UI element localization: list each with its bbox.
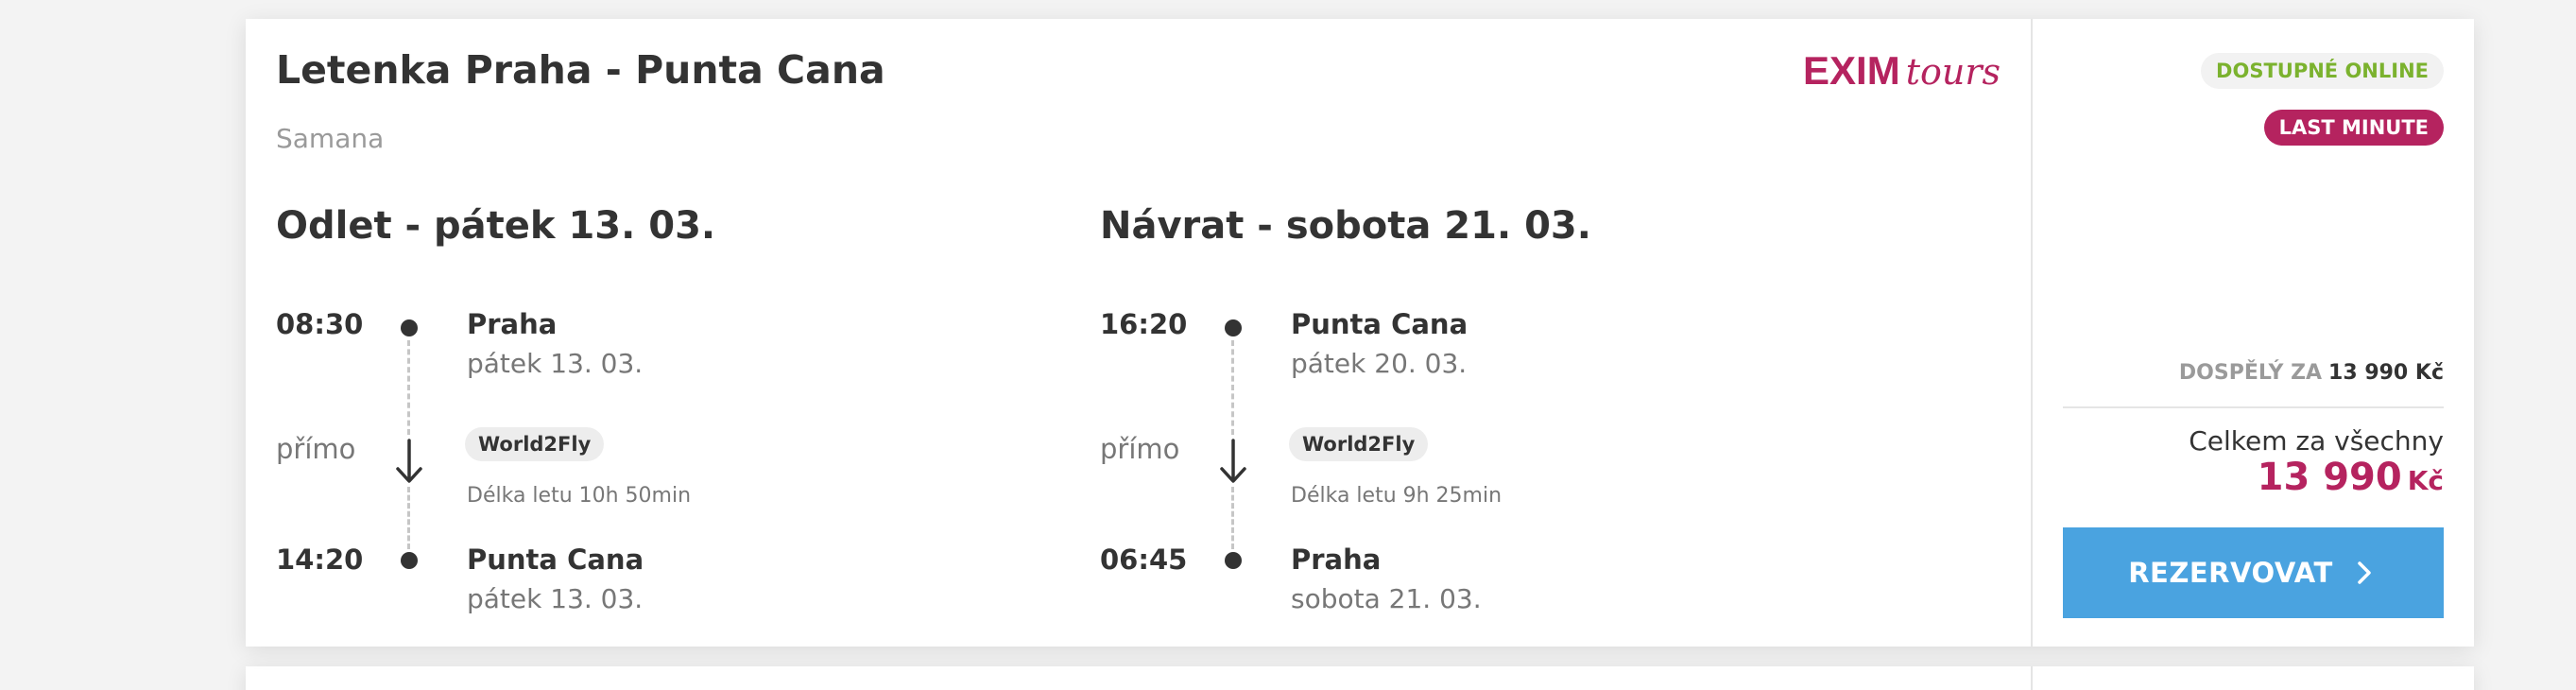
arrival-time: 06:45 (1100, 543, 1188, 576)
departure-place: Punta Cana (1291, 308, 1468, 340)
stops-label: přímo (276, 433, 356, 465)
airline-badge: World2Fly (465, 427, 605, 461)
return-leg: Návrat - sobota 21. 03. 16:20 Punta Cana… (1100, 19, 1913, 647)
timeline-line (1231, 340, 1234, 435)
arrow-down-icon (396, 439, 422, 483)
timeline-line (407, 487, 410, 549)
last-minute-badge: LAST MINUTE (2263, 110, 2444, 146)
book-button-label: REZERVOVAT (2128, 557, 2333, 589)
total-amount: 13 990 (2257, 456, 2402, 499)
arrow-down-icon (1220, 439, 1246, 483)
departure-date: pátek 13. 03. (467, 348, 644, 379)
total-price: 13 990 Kč (2258, 456, 2444, 499)
outbound-leg: Odlet - pátek 13. 03. 08:30 Praha pátek … (276, 19, 1089, 647)
flight-duration: Délka letu 9h 25min (1291, 484, 1503, 508)
flight-duration: Délka letu 10h 50min (467, 484, 692, 508)
arrival-place: Punta Cana (467, 543, 644, 576)
timeline-dot (1225, 552, 1242, 569)
timeline-line (407, 340, 410, 435)
airline-badge: World2Fly (1289, 427, 1429, 461)
timeline-dot (1225, 319, 1242, 336)
departure-place: Praha (467, 308, 558, 340)
adult-price-value: 13 990 Kč (2328, 361, 2444, 385)
price-divider (2063, 406, 2444, 408)
arrival-place: Praha (1291, 543, 1382, 576)
flight-result-card: Letenka Praha - Punta Cana Samana EXIM to… (246, 19, 2474, 647)
arrival-time: 14:20 (276, 543, 364, 576)
price-sidebar: DOSTUPNÉ ONLINE LAST MINUTE DOSPĚLÝ ZA 1… (2031, 19, 2474, 647)
logo-suffix: tours (1905, 51, 2001, 93)
timeline-dot (401, 319, 418, 336)
total-currency: Kč (2407, 465, 2444, 496)
page: Letenka Praha - Punta Cana Samana EXIM to… (0, 0, 2576, 690)
adult-price: DOSPĚLÝ ZA 13 990 Kč (2179, 361, 2444, 385)
chevron-right-icon (2358, 561, 2371, 584)
timeline-dot (401, 552, 418, 569)
departure-date: pátek 20. 03. (1291, 348, 1468, 379)
stops-label: přímo (1100, 433, 1180, 465)
departure-time: 08:30 (276, 308, 364, 340)
flight-details: Letenka Praha - Punta Cana Samana EXIM to… (246, 19, 2031, 647)
outbound-heading: Odlet - pátek 13. 03. (276, 204, 716, 248)
next-result-card (246, 666, 2474, 690)
adult-price-label: DOSPĚLÝ ZA (2178, 361, 2323, 385)
book-button[interactable]: REZERVOVAT (2063, 527, 2444, 618)
total-label: Celkem za všechny (2189, 425, 2444, 457)
timeline-line (1231, 487, 1234, 549)
return-heading: Návrat - sobota 21. 03. (1100, 204, 1591, 248)
card-divider (2031, 666, 2033, 690)
available-online-badge: DOSTUPNÉ ONLINE (2201, 53, 2444, 89)
departure-time: 16:20 (1100, 308, 1188, 340)
arrival-date: pátek 13. 03. (467, 583, 644, 614)
arrival-date: sobota 21. 03. (1291, 583, 1482, 614)
